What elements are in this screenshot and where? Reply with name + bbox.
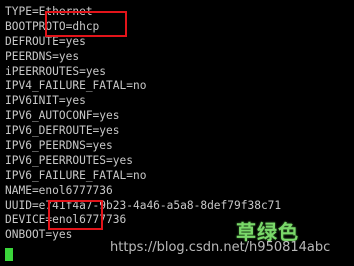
config-line-ipv6-failure-fatal: IPV6_FAILURE_FATAL=no bbox=[5, 168, 147, 182]
config-line-defroute: DEFROUTE=yes bbox=[5, 34, 86, 48]
bootproto-highlight-box bbox=[45, 11, 127, 37]
config-line-ipv6-peerroutes: IPV6_PEERROUTES=yes bbox=[5, 153, 133, 167]
config-line-name: NAME=enol6777736 bbox=[5, 183, 113, 197]
config-line-ipv6-defroute: IPV6_DEFROUTE=yes bbox=[5, 124, 120, 138]
config-line-ipv6-peerdns: IPV6_PEERDNS=yes bbox=[5, 139, 113, 153]
onboot-highlight-box bbox=[48, 200, 103, 230]
config-line-ipv6-autoconf: IPV6_AUTOCONF=yes bbox=[5, 109, 120, 123]
config-line-ipv6init: IPV6INIT=yes bbox=[5, 94, 86, 108]
watermark-url: https://blog.csdn.net/h950814abc bbox=[110, 240, 331, 255]
terminal-cursor bbox=[5, 248, 13, 261]
config-line-peerdns: PEERDNS=yes bbox=[5, 49, 80, 63]
config-line-ipv4-failure-fatal: IPV4_FAILURE_FATAL=no bbox=[5, 79, 147, 93]
config-line-peerroutes: iPEERROUTES=yes bbox=[5, 64, 107, 78]
